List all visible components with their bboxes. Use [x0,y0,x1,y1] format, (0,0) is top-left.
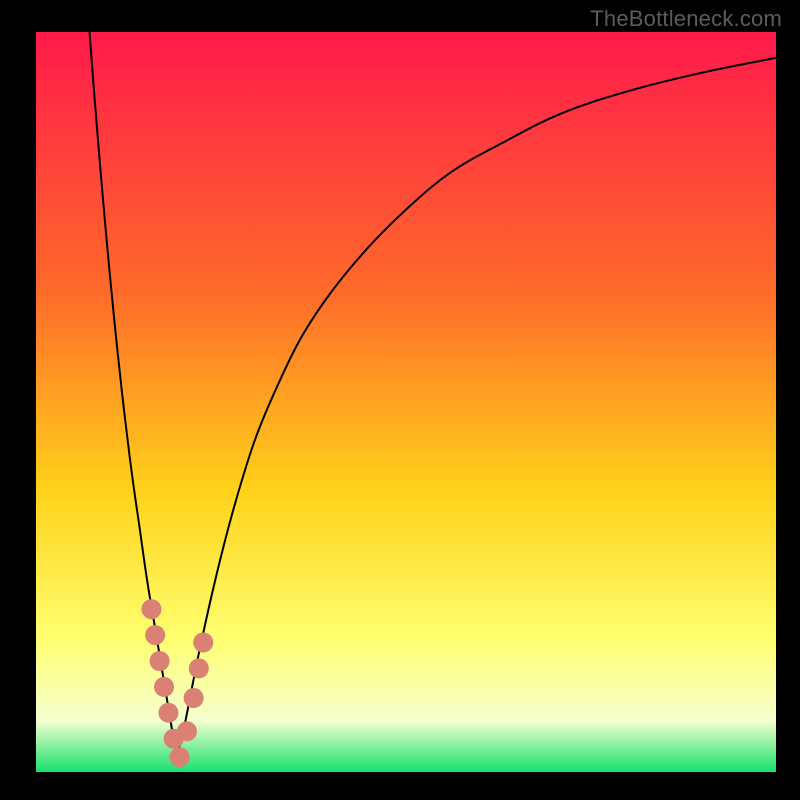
marker-dot [150,651,170,671]
chart-svg [36,32,776,772]
marker-dot [145,625,165,645]
attribution-text: TheBottleneck.com [590,6,782,32]
marker-dot [184,688,204,708]
marker-dot [154,677,174,697]
chart-frame: TheBottleneck.com [0,0,800,800]
plot-area [36,32,776,772]
gradient-background [36,32,776,772]
marker-dot [189,658,209,678]
marker-dot [158,703,178,723]
marker-dot [170,747,190,767]
marker-dot [193,633,213,653]
marker-dot [177,721,197,741]
marker-dot [141,599,161,619]
